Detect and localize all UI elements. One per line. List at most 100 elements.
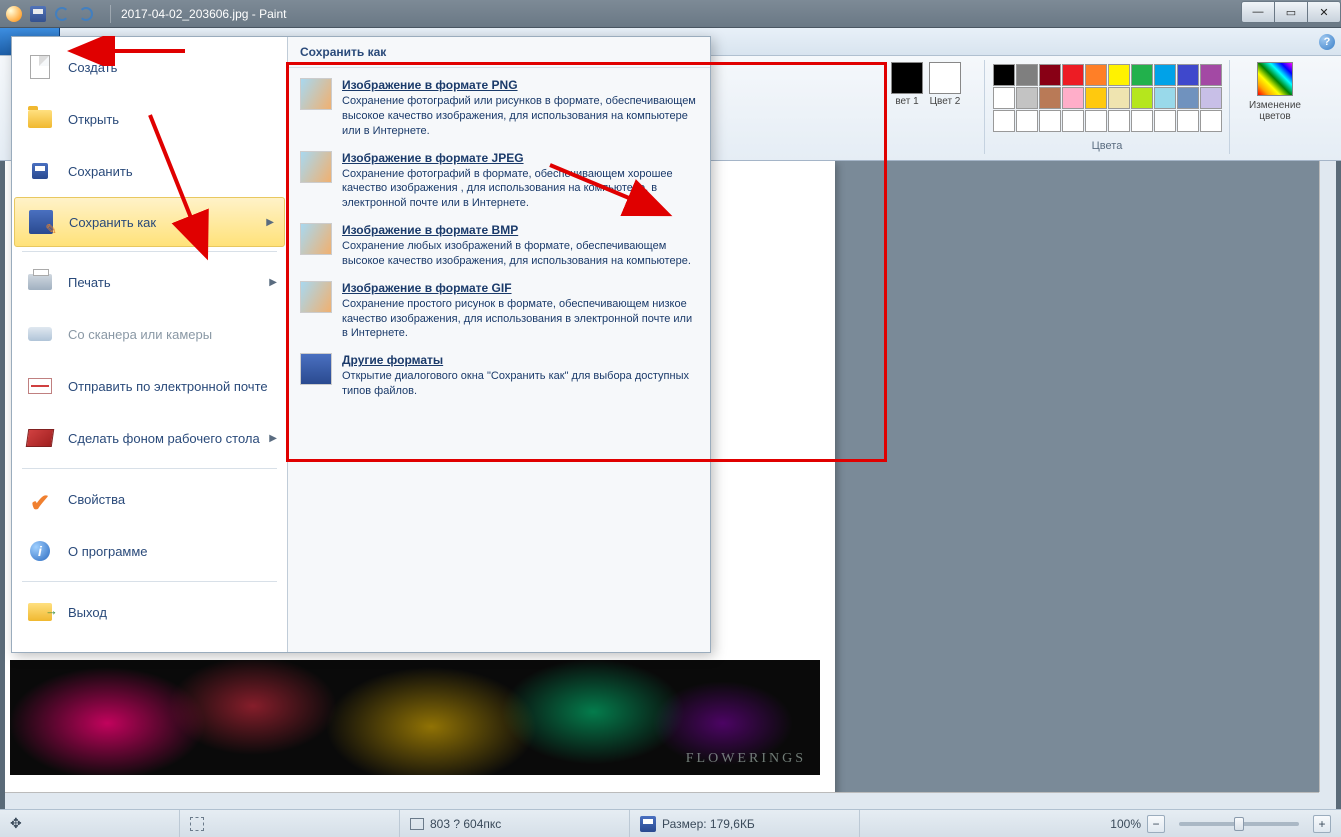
color-swatch[interactable] — [1200, 110, 1222, 132]
edit-colors-button[interactable]: Изменение цветов — [1230, 60, 1320, 122]
file-menu-item-mail[interactable]: Отправить по электронной почте — [12, 360, 287, 412]
color-swatch[interactable] — [1108, 87, 1130, 109]
qat-undo-icon[interactable] — [52, 4, 72, 24]
image-content: FLOWERINGS — [10, 660, 820, 775]
file-menu-item-printer[interactable]: Печать▶ — [12, 256, 287, 308]
color-swatch[interactable] — [1062, 87, 1084, 109]
close-button[interactable]: ✕ — [1307, 1, 1341, 23]
file-menu-label: Сделать фоном рабочего стола — [68, 431, 260, 446]
window-title: 2017-04-02_203606.jpg - Paint — [117, 7, 1242, 21]
filesize-text: Размер: 179,6КБ — [662, 817, 755, 831]
saveas-option-title: Изображение в формате JPEG — [342, 151, 698, 165]
maximize-button[interactable]: ▭ — [1274, 1, 1308, 23]
title-bar: 2017-04-02_203606.jpg - Paint — ▭ ✕ — [0, 0, 1341, 28]
zoom-text: 100% — [1110, 817, 1141, 831]
qat-save-icon[interactable] — [28, 4, 48, 24]
color-swatch[interactable] — [1085, 87, 1107, 109]
color-swatch[interactable] — [1200, 64, 1222, 86]
color-swatch[interactable] — [1039, 110, 1061, 132]
edit-colors-label: Изменение цветов — [1249, 100, 1301, 122]
file-menu-label: Открыть — [68, 112, 119, 127]
printer-icon — [26, 268, 54, 296]
color-swatch[interactable] — [1131, 110, 1153, 132]
color-swatch[interactable] — [1108, 64, 1130, 86]
zoom-out-button[interactable]: − — [1147, 815, 1165, 833]
color1-label: вет 1 — [895, 96, 918, 107]
format-icon — [300, 281, 332, 313]
selection-icon — [190, 817, 204, 831]
minimize-button[interactable]: — — [1241, 1, 1275, 23]
format-icon — [300, 151, 332, 183]
color-swatch[interactable] — [1039, 64, 1061, 86]
color-swatch[interactable] — [993, 87, 1015, 109]
color1-button[interactable]: вет 1 — [891, 62, 923, 107]
file-menu-left: Создать Открыть Сохранить Сохранить как▶ Печ… — [12, 37, 288, 652]
saveas-option[interactable]: Изображение в формате JPEG Сохранение фот… — [296, 145, 702, 218]
color-swatch[interactable] — [1016, 87, 1038, 109]
saveas-option[interactable]: Изображение в формате PNGСохранение фото… — [296, 72, 702, 145]
file-menu-right: Сохранить как Изображение в формате PNGС… — [288, 37, 710, 652]
saveas-option-title: Изображение в формате BMP — [342, 223, 698, 237]
color-swatch[interactable] — [1062, 64, 1084, 86]
submenu-arrow-icon: ▶ — [269, 433, 277, 444]
save-icon — [26, 157, 54, 185]
file-menu: СоздатьОткрытьСохранитьСохранить как▶Печ… — [11, 36, 711, 653]
app-icon — [6, 6, 22, 22]
file-menu-item-check[interactable]: ✔Свойства — [12, 473, 287, 525]
color-swatch[interactable] — [1154, 110, 1176, 132]
color-swatch[interactable] — [1131, 87, 1153, 109]
help-button[interactable]: ? — [1319, 34, 1335, 50]
color-swatch[interactable] — [1131, 64, 1153, 86]
color-swatch[interactable] — [1016, 110, 1038, 132]
qat-redo-icon[interactable] — [76, 4, 96, 24]
file-menu-label: Сохранить — [68, 164, 133, 179]
file-menu-item-desktop[interactable]: Сделать фоном рабочего стола ▶ — [12, 412, 287, 464]
vertical-scrollbar[interactable] — [1319, 161, 1336, 792]
horizontal-scrollbar[interactable] — [5, 792, 1319, 809]
file-menu-item-doc[interactable]: Создать — [12, 41, 287, 93]
color-swatch[interactable] — [1039, 87, 1061, 109]
saveas-option[interactable]: Изображение в формате BMPСохранение любы… — [296, 217, 702, 275]
color-swatch[interactable] — [1200, 87, 1222, 109]
color-swatch[interactable] — [1177, 64, 1199, 86]
watermark-text: FLOWERINGS — [686, 751, 806, 767]
exit-icon — [26, 598, 54, 626]
color-swatch[interactable] — [1177, 110, 1199, 132]
saveas-option-desc: Сохранение фотографий в формате, обеспеч… — [342, 167, 698, 212]
zoom-in-button[interactable]: + — [1313, 815, 1331, 833]
color-swatch[interactable] — [1085, 110, 1107, 132]
file-menu-item-save[interactable]: Сохранить — [12, 145, 287, 197]
color-swatch[interactable] — [1177, 87, 1199, 109]
color-swatch[interactable] — [993, 110, 1015, 132]
color-swatch[interactable] — [1085, 64, 1107, 86]
scanner-icon — [26, 320, 54, 348]
file-menu-item-info[interactable]: iО программе — [12, 525, 287, 577]
file-menu-item-folder[interactable]: Открыть — [12, 93, 287, 145]
color-swatch[interactable] — [1154, 64, 1176, 86]
file-menu-label: О программе — [68, 544, 148, 559]
color-swatch[interactable] — [1108, 110, 1130, 132]
file-menu-item-exit[interactable]: Выход — [12, 586, 287, 638]
saveas-panel-title: Сохранить как — [288, 37, 710, 68]
color-swatch[interactable] — [1062, 110, 1084, 132]
color-swatch[interactable] — [1016, 64, 1038, 86]
colors-group-label: Цвета — [985, 140, 1229, 154]
zoom-slider[interactable] — [1179, 822, 1299, 826]
color2-swatch — [929, 62, 961, 94]
saveas-option[interactable]: Изображение в формате GIFСохранение прос… — [296, 275, 702, 348]
saveas-option[interactable]: Другие форматыОткрытие диалогового окна … — [296, 347, 702, 405]
saveas-icon — [27, 208, 55, 236]
file-menu-label: Со сканера или камеры — [68, 327, 212, 342]
color-swatch[interactable] — [993, 64, 1015, 86]
status-bar: ✥ 803 ? 604пкс Размер: 179,6КБ 100% − + — [0, 809, 1341, 837]
file-menu-item-saveas[interactable]: Сохранить как▶ — [14, 197, 285, 247]
separator — [110, 5, 111, 23]
rainbow-icon — [1257, 62, 1293, 96]
desktop-icon — [26, 424, 54, 452]
dimensions-text: 803 ? 604пкс — [430, 817, 501, 831]
file-menu-label: Создать — [68, 60, 117, 75]
quick-access-toolbar — [28, 4, 96, 24]
submenu-arrow-icon: ▶ — [269, 277, 277, 288]
color2-button[interactable]: Цвет 2 — [929, 62, 961, 107]
color-swatch[interactable] — [1154, 87, 1176, 109]
